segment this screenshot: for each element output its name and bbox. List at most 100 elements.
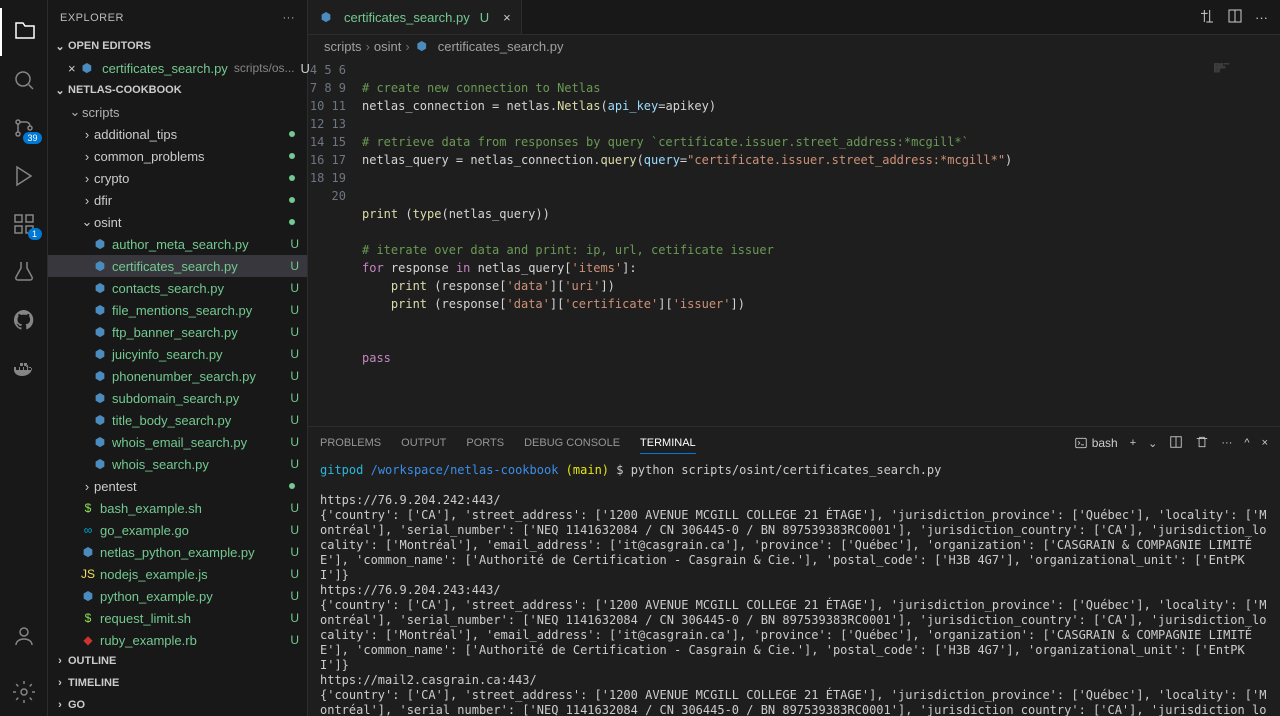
folder-item[interactable]: ›additional_tips (48, 123, 307, 145)
git-status-dot (289, 175, 295, 181)
docker-icon[interactable] (0, 344, 48, 392)
project-section[interactable]: ⌄ NETLAS-COOKBOOK (48, 79, 307, 101)
tab-output[interactable]: OUTPUT (401, 433, 446, 453)
close-icon[interactable]: × (1262, 437, 1268, 449)
file-item[interactable]: ⬢subdomain_search.pyU (48, 387, 307, 409)
item-label: pentest (94, 479, 137, 494)
ext-badge: 1 (28, 228, 42, 240)
git-status-dot (289, 197, 295, 203)
file-item[interactable]: JSnodejs_example.jsU (48, 563, 307, 585)
folder-item[interactable]: ›dfir (48, 189, 307, 211)
py-file-icon: ⬢ (80, 589, 96, 603)
file-item[interactable]: ⬢juicyinfo_search.pyU (48, 343, 307, 365)
file-item[interactable]: ⬢file_mentions_search.pyU (48, 299, 307, 321)
git-status: U (290, 347, 299, 361)
folder-item[interactable]: ›common_problems (48, 145, 307, 167)
item-label: contacts_search.py (112, 281, 224, 296)
terminal-shell-label[interactable]: bash (1074, 436, 1118, 450)
testing-icon[interactable] (0, 248, 48, 296)
tab-ports[interactable]: PORTS (466, 433, 504, 453)
git-status: U (290, 589, 299, 603)
run-debug-icon[interactable] (0, 152, 48, 200)
git-status: U (290, 391, 299, 405)
more-icon[interactable]: ··· (1221, 437, 1232, 449)
activity-bar: 39 1 (0, 0, 48, 716)
timeline-section[interactable]: › TIMELINE (48, 672, 307, 694)
open-editors-section[interactable]: ⌄ OPEN EDITORS (48, 35, 307, 57)
item-label: osint (94, 215, 121, 230)
editor[interactable]: 4 5 6 7 8 9 10 11 12 13 14 15 16 17 18 1… (308, 57, 1280, 426)
tab-problems[interactable]: PROBLEMS (320, 433, 381, 453)
main-editor-area: ⬢ certificates_search.py U × ··· scripts… (308, 0, 1280, 716)
item-label: scripts (82, 105, 120, 120)
github-icon[interactable] (0, 296, 48, 344)
folder-item[interactable]: ›crypto (48, 167, 307, 189)
source-control-icon[interactable]: 39 (0, 104, 48, 152)
compare-icon[interactable] (1199, 8, 1215, 27)
close-icon[interactable]: × (68, 61, 76, 76)
file-item[interactable]: ⬢title_body_search.pyU (48, 409, 307, 431)
editor-tab[interactable]: ⬢ certificates_search.py U × (308, 0, 522, 34)
more-icon[interactable]: ··· (1255, 10, 1268, 25)
folder-item[interactable]: ⌄osint (48, 211, 307, 233)
trash-icon[interactable] (1195, 435, 1209, 452)
tab-terminal[interactable]: TERMINAL (640, 433, 696, 454)
account-icon[interactable] (0, 612, 48, 660)
item-label: whois_search.py (112, 457, 209, 472)
rb-file-icon: ◆ (80, 633, 96, 647)
py-file-icon: ⬢ (92, 391, 108, 405)
search-icon[interactable] (0, 56, 48, 104)
file-item[interactable]: ⬢certificates_search.pyU (48, 255, 307, 277)
file-item[interactable]: ⬢whois_email_search.pyU (48, 431, 307, 453)
item-label: nodejs_example.js (100, 567, 208, 582)
terminal-output[interactable]: gitpod /workspace/netlas-cookbook (main)… (308, 459, 1280, 716)
extensions-icon[interactable]: 1 (0, 200, 48, 248)
chevron-down-icon: ⌄ (52, 84, 68, 97)
chevron-down-icon[interactable]: ⌄ (1148, 437, 1157, 450)
item-label: request_limit.sh (100, 611, 191, 626)
file-item[interactable]: ⬢contacts_search.pyU (48, 277, 307, 299)
chevron-right-icon: › (80, 149, 94, 164)
breadcrumbs[interactable]: scripts › osint › ⬢ certificates_search.… (308, 35, 1280, 57)
file-item[interactable]: ⬢ftp_banner_search.pyU (48, 321, 307, 343)
more-icon[interactable]: ··· (283, 12, 296, 24)
close-icon[interactable]: × (503, 10, 511, 25)
file-item[interactable]: ⬢netlas_python_example.pyU (48, 541, 307, 563)
explorer-icon[interactable] (0, 8, 48, 56)
git-status: U (290, 567, 299, 581)
split-editor-icon[interactable] (1227, 8, 1243, 27)
file-item[interactable]: ◆ruby_example.rbU (48, 629, 307, 650)
split-terminal-icon[interactable] (1169, 435, 1183, 452)
folder-item[interactable]: ›pentest (48, 475, 307, 497)
item-label: phonenumber_search.py (112, 369, 256, 384)
file-item[interactable]: ⬢phonenumber_search.pyU (48, 365, 307, 387)
minimap[interactable]: ████ ██ ██████ ██████████████ ██████ (1200, 57, 1280, 426)
folder-item[interactable]: ⌄scripts (48, 101, 307, 123)
panel-tabs: PROBLEMS OUTPUT PORTS DEBUG CONSOLE TERM… (308, 427, 1280, 459)
item-label: ruby_example.rb (100, 633, 197, 648)
git-status: U (290, 435, 299, 449)
file-item[interactable]: $bash_example.shU (48, 497, 307, 519)
file-item[interactable]: $request_limit.shU (48, 607, 307, 629)
tab-actions: ··· (1187, 0, 1280, 34)
code-content[interactable]: # create new connection to Netlas netlas… (362, 57, 1200, 426)
chevron-up-icon[interactable]: ^ (1244, 437, 1249, 449)
tab-debug-console[interactable]: DEBUG CONSOLE (524, 433, 620, 453)
py-file-icon: ⬢ (92, 237, 108, 251)
file-item[interactable]: ⬢author_meta_search.pyU (48, 233, 307, 255)
git-status: U (290, 545, 299, 559)
add-terminal-icon[interactable]: + (1130, 437, 1136, 449)
file-item[interactable]: ∞go_example.goU (48, 519, 307, 541)
file-item[interactable]: ⬢python_example.pyU (48, 585, 307, 607)
py-file-icon: ⬢ (92, 303, 108, 317)
file-item[interactable]: ⬢whois_search.pyU (48, 453, 307, 475)
go-section[interactable]: › GO (48, 694, 307, 716)
chevron-right-icon: › (52, 699, 68, 711)
outline-section[interactable]: › OUTLINE (48, 650, 307, 672)
python-icon: ⬢ (414, 39, 430, 53)
chevron-down-icon: ⌄ (52, 40, 68, 53)
py-file-icon: ⬢ (92, 281, 108, 295)
settings-gear-icon[interactable] (0, 668, 48, 716)
open-editor-entry[interactable]: × ⬢ certificates_search.py scripts/os...… (48, 57, 307, 79)
scm-badge: 39 (23, 132, 41, 144)
